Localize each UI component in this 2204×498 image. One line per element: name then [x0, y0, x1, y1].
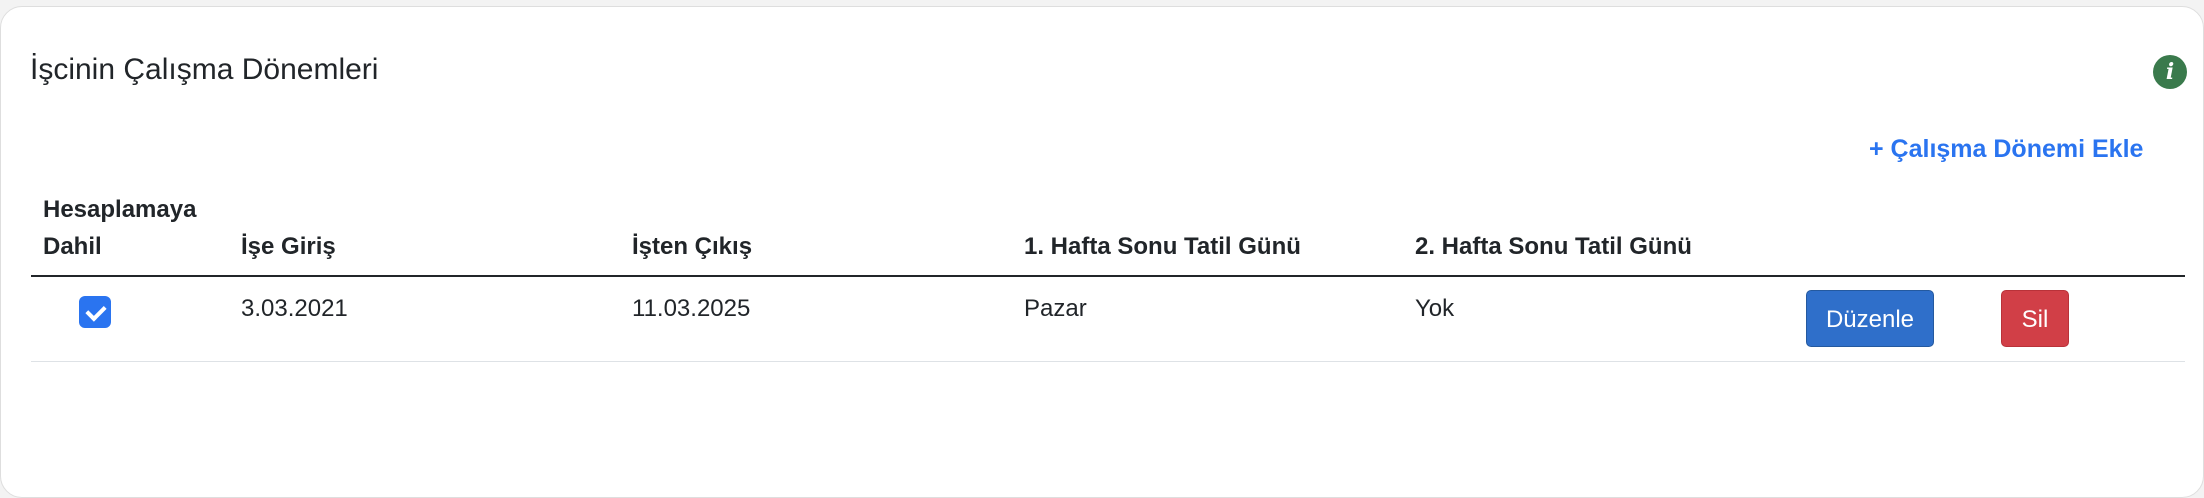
start-date-cell: 3.03.2021: [241, 295, 348, 322]
included-checkbox[interactable]: [79, 296, 111, 328]
table-row: 3.03.2021 11.03.2025 Pazar Yok Düzenle S…: [31, 277, 2185, 362]
weekend-day-2-cell: Yok: [1415, 295, 1455, 322]
work-periods-card: İşcinin Çalışma Dönemleri i + Çalışma Dö…: [0, 6, 2204, 498]
header-start-date: İşe Giriş: [241, 233, 336, 260]
table-header: Hesaplamaya Dahil İşe Giriş İşten Çıkış …: [31, 187, 2185, 277]
add-work-period-link[interactable]: + Çalışma Dönemi Ekle: [1869, 135, 2143, 164]
weekend-day-1-cell: Pazar: [1024, 295, 1087, 322]
header-end-date: İşten Çıkış: [632, 233, 753, 260]
header-included: Hesaplamaya Dahil: [43, 196, 197, 260]
delete-button[interactable]: Sil: [2001, 290, 2069, 347]
card-title: İşcinin Çalışma Dönemleri: [30, 53, 379, 86]
end-date-cell: 11.03.2025: [632, 295, 751, 322]
info-icon[interactable]: i: [2153, 55, 2187, 89]
header-weekend-day-2: 2. Hafta Sonu Tatil Günü: [1415, 233, 1692, 260]
header-weekend-day-1: 1. Hafta Sonu Tatil Günü: [1024, 233, 1301, 260]
edit-button[interactable]: Düzenle: [1806, 290, 1934, 347]
